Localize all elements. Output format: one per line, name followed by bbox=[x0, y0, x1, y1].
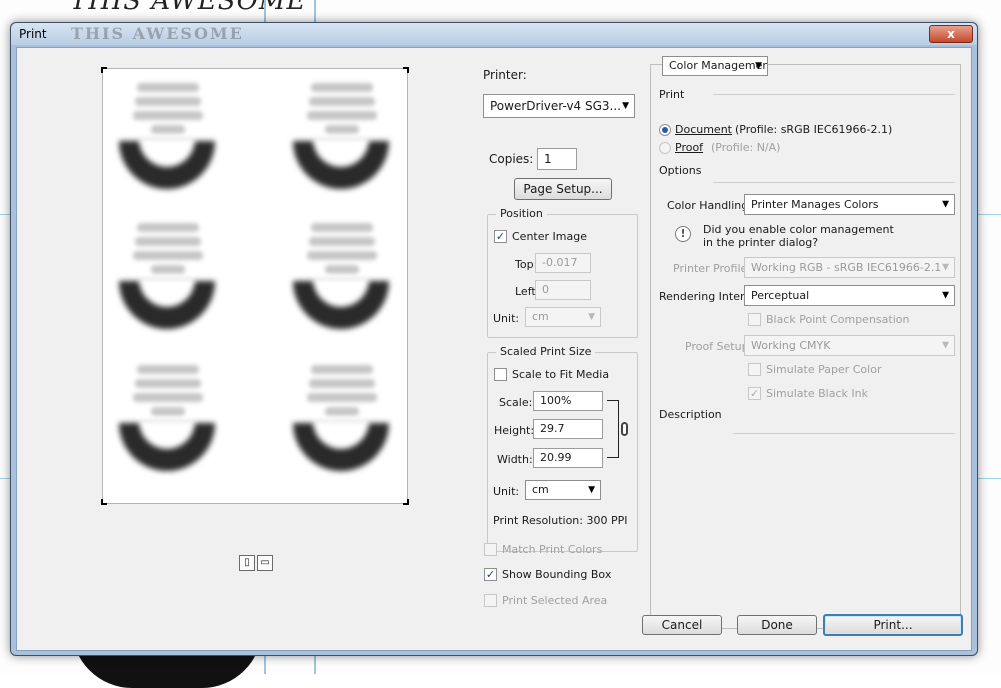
preview-corner-mark bbox=[403, 67, 409, 73]
scale-input[interactable]: 100% bbox=[533, 391, 603, 411]
show-bounding-box-label: Show Bounding Box bbox=[502, 568, 612, 581]
color-handling-select[interactable]: Printer Manages Colors bbox=[744, 194, 955, 215]
document-label: Document bbox=[675, 123, 732, 136]
portrait-orientation-icon[interactable]: ▯ bbox=[239, 555, 255, 571]
done-button[interactable]: Done bbox=[737, 615, 817, 635]
preview-label-item bbox=[117, 219, 217, 339]
print-resolution-text: Print Resolution: 300 PPI bbox=[493, 514, 628, 527]
print-dialog: Print THIS AWESOME x ▯ ▭ Printer: PowerD… bbox=[10, 22, 978, 656]
proof-setup-label: Proof Setup: bbox=[685, 340, 753, 353]
print-button[interactable]: Print... bbox=[823, 614, 963, 636]
landscape-orientation-icon[interactable]: ▭ bbox=[257, 555, 273, 571]
options-section-label: Options bbox=[659, 164, 702, 177]
print-selected-area-label: Print Selected Area bbox=[502, 594, 608, 607]
black-point-compensation-label: Black Point Compensation bbox=[766, 313, 910, 326]
warning-text-line2: in the printer dialog? bbox=[703, 236, 819, 249]
preview-label-item bbox=[117, 79, 217, 199]
center-image-checkbox[interactable]: ✓ bbox=[494, 230, 507, 243]
preview-label-item bbox=[291, 219, 391, 339]
rendering-intent-select[interactable]: Perceptual bbox=[744, 285, 955, 306]
scaled-print-size-title: Scaled Print Size bbox=[496, 345, 596, 358]
cancel-button[interactable]: Cancel bbox=[642, 615, 722, 635]
close-button[interactable]: x bbox=[929, 25, 973, 43]
separator bbox=[713, 182, 955, 183]
match-print-colors-checkbox[interactable] bbox=[484, 543, 497, 556]
top-input[interactable]: -0.017 bbox=[535, 253, 591, 273]
preview-label-item bbox=[291, 361, 391, 481]
simulate-paper-color-checkbox[interactable] bbox=[748, 363, 761, 376]
show-bounding-box-checkbox[interactable]: ✓ bbox=[484, 568, 497, 581]
scale-to-fit-label: Scale to Fit Media bbox=[512, 368, 610, 381]
position-unit-select[interactable]: cm bbox=[525, 307, 601, 327]
printer-label: Printer: bbox=[483, 68, 527, 82]
proof-profile-text: (Profile: N/A) bbox=[711, 141, 781, 154]
simulate-black-ink-checkbox[interactable]: ✓ bbox=[748, 387, 761, 400]
preview-label-item bbox=[117, 361, 217, 481]
printer-select[interactable]: PowerDriver-v4 SG3... bbox=[483, 94, 635, 118]
left-input[interactable]: 0 bbox=[535, 280, 591, 300]
title-ghost-text: THIS AWESOME bbox=[71, 24, 244, 43]
preview-corner-mark bbox=[403, 499, 409, 505]
page-setup-button[interactable]: Page Setup... bbox=[514, 178, 612, 200]
simulate-black-ink-label: Simulate Black Ink bbox=[766, 387, 868, 400]
print-section-label: Print bbox=[659, 88, 685, 101]
document-profile-text: (Profile: sRGB IEC61966-2.1) bbox=[735, 123, 893, 136]
description-label: Description bbox=[659, 408, 722, 421]
preview-corner-mark bbox=[101, 67, 107, 73]
top-label: Top: bbox=[515, 258, 538, 271]
width-label: Width: bbox=[497, 453, 533, 466]
black-point-compensation-checkbox[interactable] bbox=[748, 313, 761, 326]
proof-label: Proof bbox=[675, 141, 704, 154]
printer-profile-select[interactable]: Working RGB - sRGB IEC61966-2.1 bbox=[744, 257, 955, 278]
proof-radio[interactable] bbox=[659, 142, 671, 154]
scale-label: Scale: bbox=[499, 396, 533, 409]
preview-label-item bbox=[291, 79, 391, 199]
title-bar[interactable]: Print THIS AWESOME x bbox=[11, 23, 977, 45]
dialog-title: Print bbox=[19, 27, 47, 41]
width-input[interactable]: 20.99 bbox=[533, 448, 603, 468]
print-preview bbox=[101, 67, 409, 505]
copies-label: Copies: bbox=[489, 152, 534, 166]
separator bbox=[733, 433, 955, 434]
position-group-title: Position bbox=[496, 207, 547, 220]
preview-corner-mark bbox=[101, 499, 107, 505]
color-handling-label: Color Handling: bbox=[667, 199, 752, 212]
printer-profile-label: Printer Profile: bbox=[673, 262, 751, 275]
scaled-unit-label: Unit: bbox=[493, 485, 520, 498]
dialog-body: ▯ ▭ Printer: PowerDriver-v4 SG3... Copie… bbox=[16, 47, 972, 651]
scaled-unit-select[interactable]: cm bbox=[525, 480, 601, 500]
section-select[interactable]: Color Management bbox=[662, 56, 768, 76]
height-input[interactable]: 29.7 bbox=[533, 419, 603, 439]
document-radio[interactable] bbox=[659, 124, 671, 136]
warning-text-line1: Did you enable color management bbox=[703, 223, 894, 236]
separator bbox=[713, 94, 955, 95]
rendering-intent-label: Rendering Intent: bbox=[659, 290, 755, 303]
chain-link-icon[interactable] bbox=[621, 422, 628, 436]
simulate-paper-color-label: Simulate Paper Color bbox=[766, 363, 882, 376]
info-warning-icon: ! bbox=[675, 226, 691, 242]
match-print-colors-label: Match Print Colors bbox=[502, 543, 603, 556]
height-label: Height: bbox=[494, 424, 535, 437]
proportion-bracket bbox=[607, 400, 619, 458]
center-image-label: Center Image bbox=[512, 230, 587, 243]
proof-setup-select[interactable]: Working CMYK bbox=[744, 335, 955, 356]
position-unit-label: Unit: bbox=[493, 312, 520, 325]
scale-to-fit-checkbox[interactable] bbox=[494, 368, 507, 381]
copies-input[interactable]: 1 bbox=[537, 148, 577, 170]
background-headline: THIS AWESOME bbox=[70, 0, 307, 16]
print-selected-area-checkbox[interactable] bbox=[484, 594, 497, 607]
